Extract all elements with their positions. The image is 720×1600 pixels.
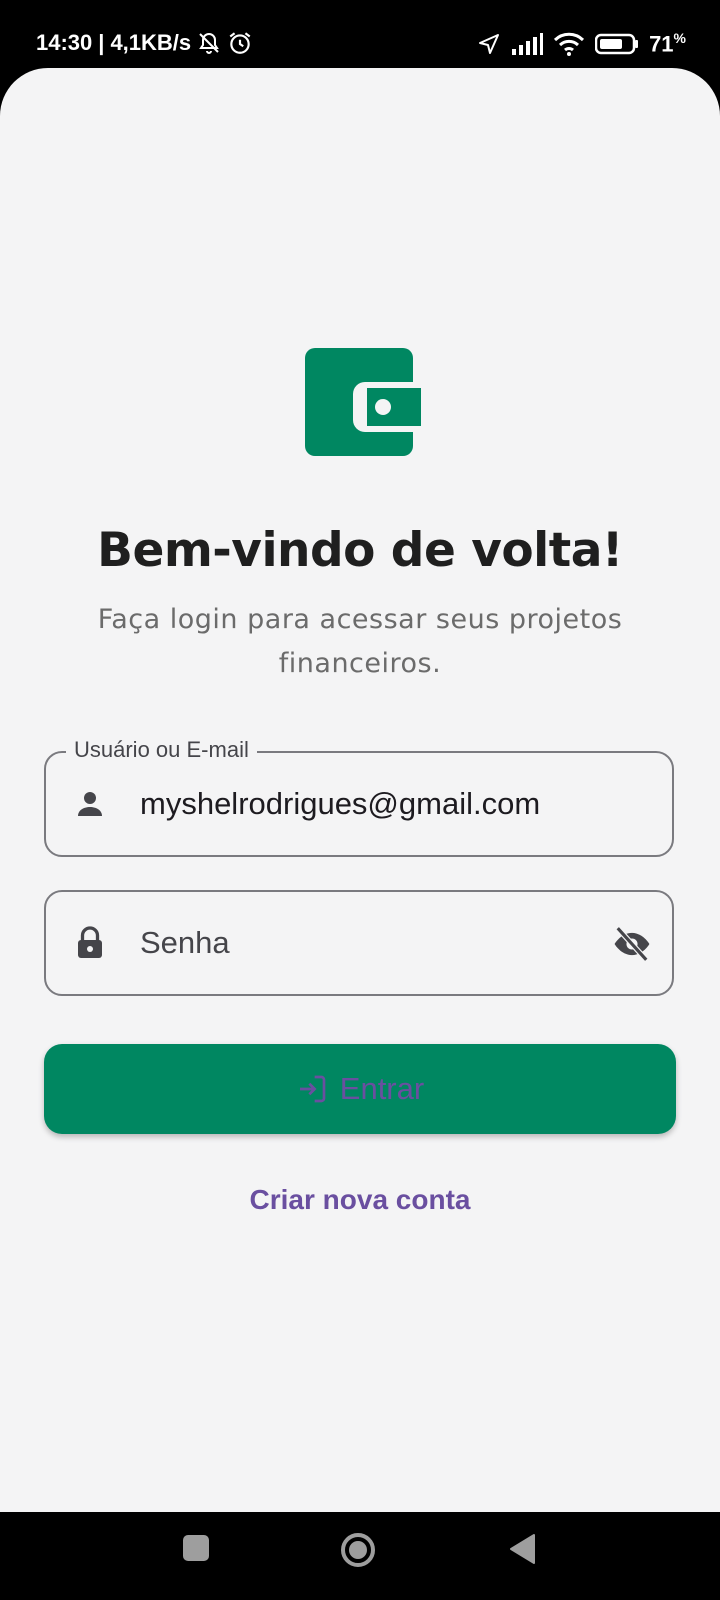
home-circle-icon[interactable] <box>340 1532 376 1573</box>
lock-icon <box>72 925 108 961</box>
status-left: 14:30 | 4,1KB/s <box>36 30 253 56</box>
page-title: Bem-vindo de volta! <box>97 523 623 578</box>
login-screen: Bem-vindo de volta! Faça login para aces… <box>0 68 720 1512</box>
system-nav-bar <box>0 1512 720 1600</box>
password-input[interactable]: Senha <box>140 892 230 994</box>
login-button-label: Entrar <box>339 1071 425 1106</box>
visibility-off-icon[interactable] <box>612 925 652 963</box>
notifications-off-icon <box>197 31 221 55</box>
location-arrow-icon <box>477 32 501 56</box>
status-bar: 14:30 | 4,1KB/s 71% <box>0 0 720 70</box>
status-separator: | <box>98 30 105 55</box>
battery-icon <box>595 33 639 55</box>
alarm-icon <box>227 30 253 56</box>
signal-icon <box>511 32 544 55</box>
login-button[interactable]: Entrar <box>44 1044 676 1134</box>
email-field[interactable]: Usuário ou E-mail myshelrodrigues@gmail.… <box>44 737 674 857</box>
password-field[interactable]: Senha <box>44 890 674 996</box>
email-input[interactable]: myshelrodrigues@gmail.com <box>140 753 540 855</box>
back-triangle-icon[interactable] <box>508 1533 536 1570</box>
status-time: 14:30 <box>36 30 93 55</box>
battery-percent: 71% <box>649 30 686 57</box>
login-icon <box>296 1073 328 1105</box>
page-subtitle: Faça login para acessar seus projetos fi… <box>97 604 623 679</box>
wallet-icon <box>305 348 421 458</box>
person-icon <box>72 786 108 822</box>
status-network-speed: 4,1KB/s <box>110 30 192 55</box>
status-right: 71% <box>477 30 686 57</box>
wifi-icon <box>553 31 585 57</box>
recents-square-icon[interactable] <box>182 1534 210 1567</box>
create-account-link[interactable]: Criar nova conta <box>0 1184 720 1216</box>
